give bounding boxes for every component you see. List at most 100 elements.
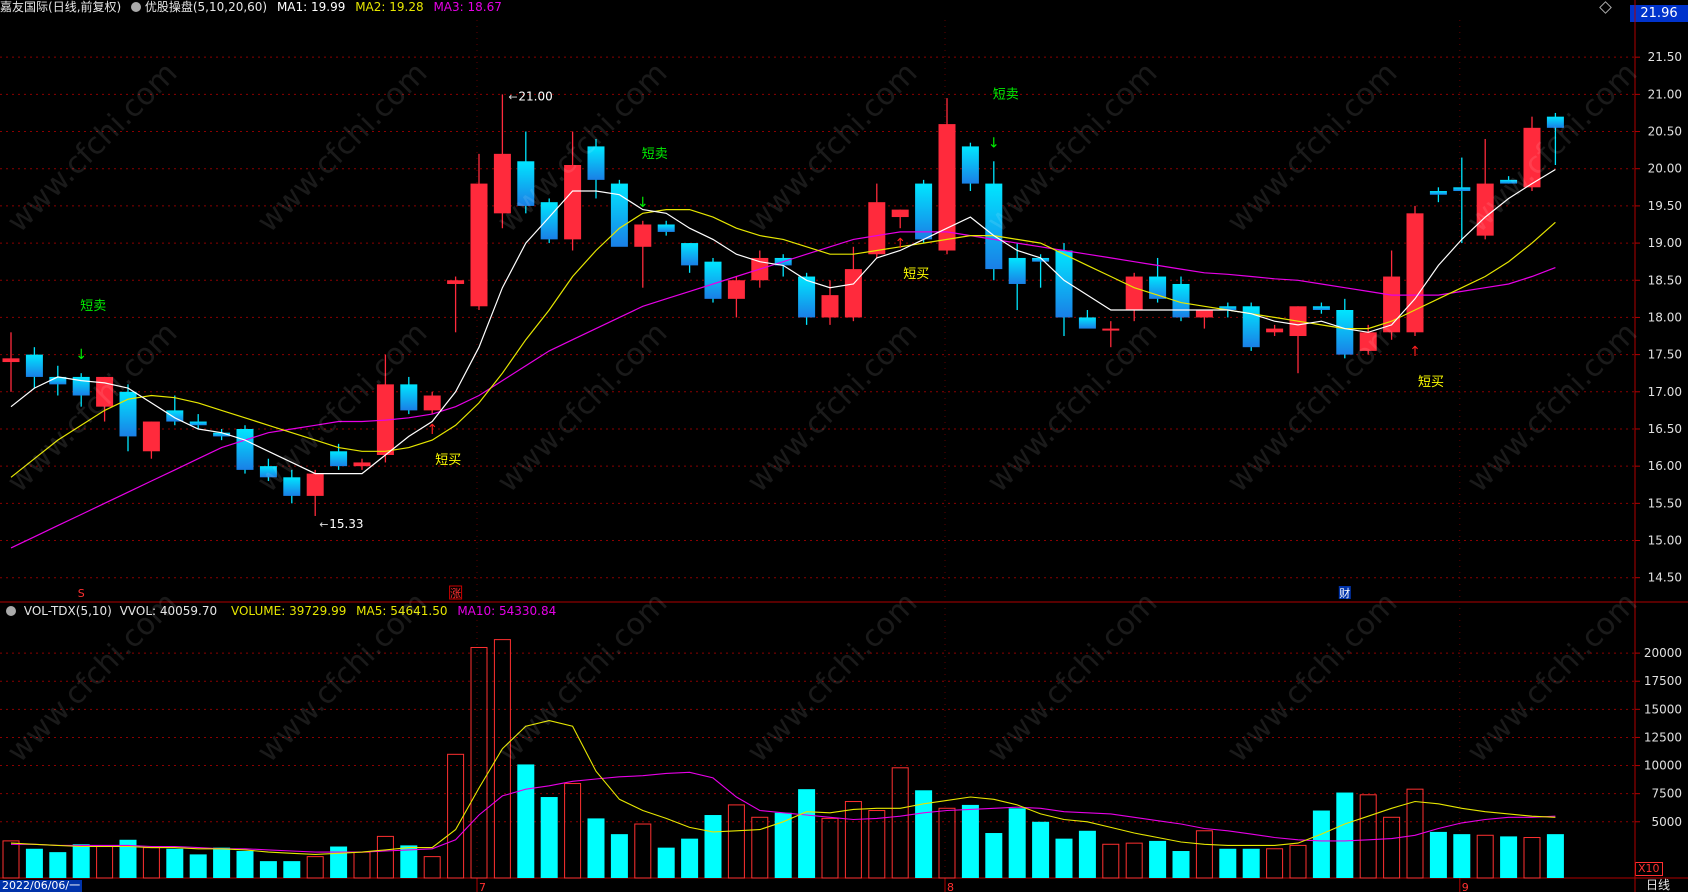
volume-bar-down (1453, 834, 1471, 878)
candle-up (470, 183, 488, 307)
candle-down (704, 261, 722, 299)
candle-up (1359, 332, 1377, 351)
candle-down (25, 354, 43, 377)
event-marker: 财 (1339, 586, 1350, 600)
candle-down (915, 183, 933, 240)
candle-down (1078, 317, 1096, 329)
month-label: 8 (947, 881, 954, 892)
candle-up (1195, 310, 1213, 318)
volume-bar-up (1102, 843, 1120, 879)
candle-down (259, 466, 277, 478)
candle-up (844, 269, 862, 318)
volume-bar-down (985, 833, 1003, 878)
volume-bar-down (587, 818, 605, 878)
max-price-label: 21.00 (518, 89, 552, 103)
candle-down (610, 183, 628, 247)
candle-down (400, 384, 418, 411)
volume-bar-down (681, 838, 699, 878)
volume-bar-up (353, 851, 371, 879)
sell-signal-arrow: ↓ (637, 195, 649, 211)
candle-up (1476, 183, 1494, 236)
candle-down (1546, 116, 1564, 128)
candle-up (868, 202, 886, 255)
candle-down (681, 243, 699, 266)
sell-signal-arrow: ↓ (988, 135, 1000, 151)
volume-bar-down (1336, 792, 1354, 878)
sell-signal-label: 短卖 (642, 147, 668, 162)
candle-up (306, 473, 324, 496)
volume-bar-up (844, 801, 862, 879)
volume-bar-down (236, 851, 254, 878)
candle-down (1008, 257, 1026, 284)
price-tick-label: 19.00 (1648, 236, 1682, 250)
candle-down (517, 161, 535, 206)
volume-bar-down (657, 847, 675, 878)
volume-bar-down (213, 847, 231, 878)
candle-up (1125, 276, 1143, 310)
volume-bar-down (1055, 838, 1073, 878)
min-arrow: ← (319, 518, 328, 531)
candle-up (1383, 276, 1401, 333)
candle-up (1102, 328, 1120, 331)
sell-signal-arrow: ↓ (75, 347, 87, 363)
volume-bar-up (376, 835, 394, 879)
candle-down (330, 451, 348, 467)
volume-bar-down (330, 846, 348, 878)
volume-bar-down (49, 852, 67, 878)
volume-tick-label: 17500 (1644, 674, 1682, 688)
volume-bar-up (1359, 794, 1377, 879)
candle-down (961, 146, 979, 184)
candle-up (142, 421, 160, 452)
volume-bar-down (610, 834, 628, 878)
candle-up (891, 209, 909, 218)
volume-bar-up (1266, 848, 1284, 879)
volume-bar-down (1078, 830, 1096, 878)
volume-bar-up (751, 816, 769, 879)
price-tick-label: 18.00 (1648, 310, 1682, 324)
volume-bar-up (821, 817, 839, 879)
candle-down (1453, 187, 1471, 192)
volume-bar-down (283, 861, 301, 878)
volume-bar-up (423, 856, 441, 879)
buy-signal-label: 短买 (435, 453, 461, 468)
price-tick-label: 21.50 (1648, 50, 1682, 64)
volume-bar-up (447, 753, 465, 879)
sell-signal-label: 短卖 (993, 87, 1019, 102)
candle-down (236, 428, 254, 470)
price-tick-label: 15.00 (1648, 534, 1682, 548)
price-tick-label: 16.00 (1648, 459, 1682, 473)
price-tick-label: 15.50 (1648, 496, 1682, 510)
buy-signal-arrow: ↑ (894, 236, 906, 252)
volume-bar-down (1500, 836, 1518, 878)
price-tick-label: 17.50 (1648, 348, 1682, 362)
price-tick-label: 14.50 (1648, 571, 1682, 585)
volume-bar-down (1546, 834, 1564, 878)
candle-down (587, 146, 605, 180)
candle-down (540, 202, 558, 240)
price-tick-label: 18.50 (1648, 273, 1682, 287)
candle-down (166, 410, 184, 422)
volume-bar-down (961, 804, 979, 878)
volume-bar-down (1149, 840, 1167, 878)
volume-bar-up (938, 807, 956, 879)
candle-up (727, 280, 745, 299)
candle-down (1500, 179, 1518, 184)
volume-tick-label: 5000 (1651, 815, 1682, 829)
volume-bar-up (2, 840, 20, 879)
month-label: 7 (479, 881, 486, 892)
candle-up (1406, 213, 1424, 333)
candle-up (634, 224, 652, 247)
price-tick-label: 17.00 (1648, 385, 1682, 399)
volume-bar-down (1008, 808, 1026, 878)
volume-bar-up (1195, 830, 1213, 879)
stock-chart[interactable]: 21.50 21.00 20.50 20.00 19.50 19.00 18.50 18.00… (0, 0, 1688, 892)
price-tick-label: 16.50 (1648, 422, 1682, 436)
volume-bar-down (798, 789, 816, 878)
candle-up (493, 153, 511, 214)
buy-signal-arrow: ↑ (426, 422, 438, 438)
event-marker: 涨 (450, 587, 461, 600)
volume-tick-label: 20000 (1644, 646, 1682, 660)
ma1-line (10, 168, 1556, 475)
volume-tick-label: 10000 (1644, 759, 1682, 773)
candle-down (1336, 310, 1354, 355)
